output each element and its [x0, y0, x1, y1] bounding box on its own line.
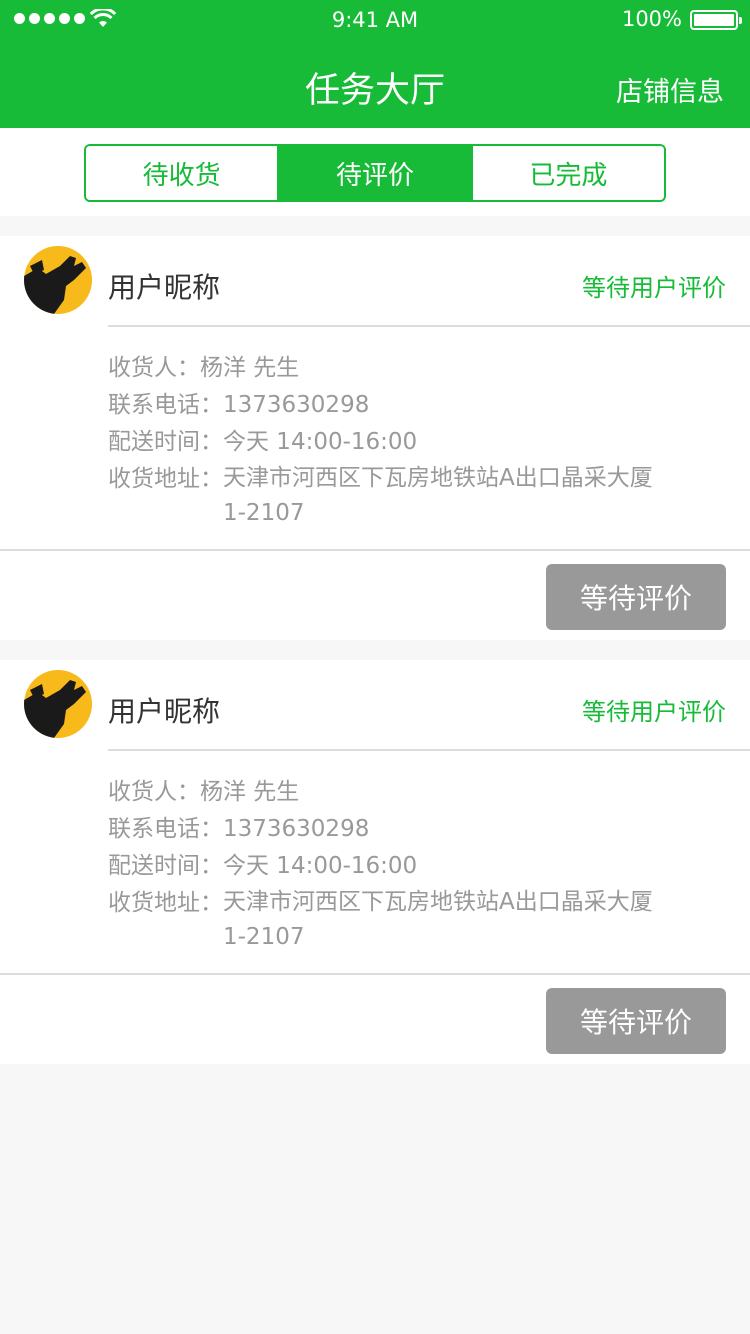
tab-bar-area: 待收货 待评价 已完成	[0, 128, 750, 216]
phone-label: 联系电话：	[108, 392, 223, 418]
status-bar: 9:41 AM 100%	[0, 0, 750, 40]
delivery-time-label: 配送时间：	[108, 429, 223, 455]
segmented-control: 待收货 待评价 已完成	[84, 144, 666, 202]
avatar	[24, 246, 92, 314]
address-value: 天津市河西区下瓦房地铁站A出口晶采大厦1-2107	[223, 465, 653, 526]
await-review-button[interactable]: 等待评价	[546, 564, 726, 630]
receiver-label: 收货人：	[108, 355, 200, 381]
divider	[0, 973, 750, 975]
delivery-time-value: 今天 14:00-16:00	[223, 853, 418, 879]
store-info-button[interactable]: 店铺信息	[616, 70, 724, 109]
phone-row: 联系电话： 1373630298	[108, 387, 728, 424]
order-info: 收货人： 杨洋 先生 联系电话： 1373630298 配送时间： 今天 14:…	[108, 350, 728, 531]
phone-label: 联系电话：	[108, 816, 223, 842]
delivery-time-row: 配送时间： 今天 14:00-16:00	[108, 848, 728, 885]
phone-value: 1373630298	[223, 392, 370, 418]
receiver-row: 收货人： 杨洋 先生	[108, 350, 728, 387]
delivery-time-row: 配送时间： 今天 14:00-16:00	[108, 424, 728, 461]
receiver-value: 杨洋 先生	[200, 779, 300, 805]
nav-header: 9:41 AM 100% 任务大厅 店铺信息	[0, 0, 750, 128]
phone-row: 联系电话： 1373630298	[108, 811, 728, 848]
receiver-row: 收货人： 杨洋 先生	[108, 774, 728, 811]
address-label: 收货地址：	[108, 890, 223, 916]
battery-icon	[690, 10, 742, 30]
order-status: 等待用户评价	[582, 698, 726, 726]
avatar	[24, 670, 92, 738]
address-value: 天津市河西区下瓦房地铁站A出口晶采大厦1-2107	[223, 889, 653, 950]
order-info: 收货人： 杨洋 先生 联系电话： 1373630298 配送时间： 今天 14:…	[108, 774, 728, 955]
tab-completed[interactable]: 已完成	[470, 146, 664, 200]
dog-avatar-icon	[24, 680, 86, 738]
order-status: 等待用户评价	[582, 274, 726, 302]
order-card: 用户昵称 等待用户评价 收货人： 杨洋 先生 联系电话： 1373630298 …	[0, 236, 750, 640]
divider	[108, 749, 750, 751]
order-card: 用户昵称 等待用户评价 收货人： 杨洋 先生 联系电话： 1373630298 …	[0, 660, 750, 1064]
address-label: 收货地址：	[108, 466, 223, 492]
delivery-time-label: 配送时间：	[108, 853, 223, 879]
user-nickname: 用户昵称	[108, 695, 221, 728]
phone-value: 1373630298	[223, 816, 370, 842]
address-row: 收货地址： 天津市河西区下瓦房地铁站A出口晶采大厦1-2107	[108, 885, 728, 955]
receiver-label: 收货人：	[108, 779, 200, 805]
receiver-value: 杨洋 先生	[200, 355, 300, 381]
divider	[0, 549, 750, 551]
tab-pending-receipt[interactable]: 待收货	[86, 146, 278, 200]
dog-avatar-icon	[24, 256, 86, 314]
delivery-time-value: 今天 14:00-16:00	[223, 429, 418, 455]
tab-pending-review[interactable]: 待评价	[277, 146, 471, 200]
divider	[108, 325, 750, 327]
user-nickname: 用户昵称	[108, 271, 221, 304]
battery-percentage: 100%	[621, 7, 682, 31]
address-row: 收货地址： 天津市河西区下瓦房地铁站A出口晶采大厦1-2107	[108, 461, 728, 531]
await-review-button[interactable]: 等待评价	[546, 988, 726, 1054]
